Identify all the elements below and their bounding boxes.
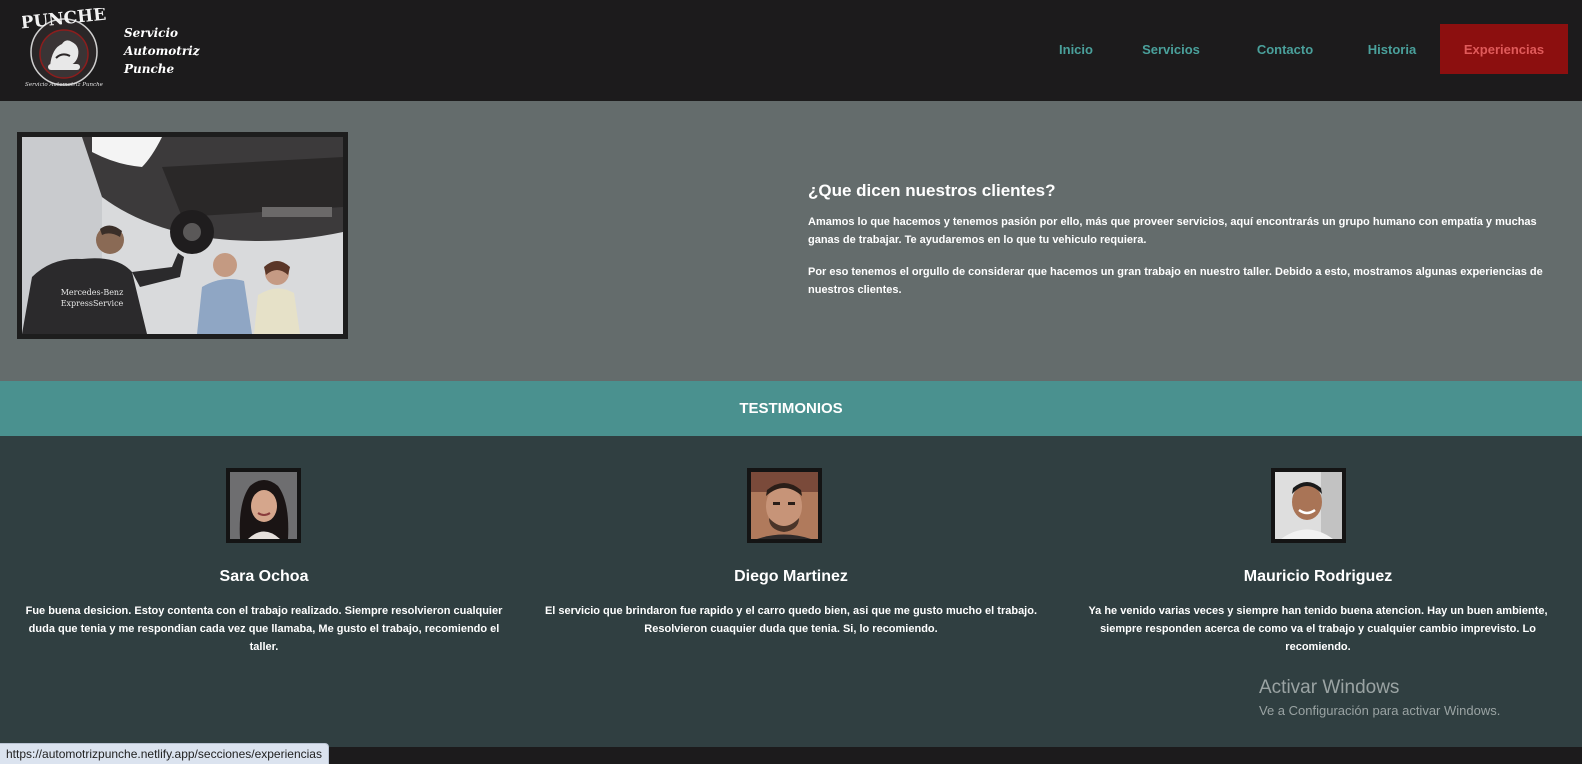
testimonial-name: Mauricio Rodriguez [1243,568,1393,585]
punche-logo[interactable]: PUNCHE Servicio Automotriz Punche [20,5,107,94]
brand-line: Punche [124,62,175,76]
mechanic-photo: Mercedes-Benz ExpressService [17,132,348,339]
photo-text: ExpressService [61,299,124,308]
testimonial-quote: Fue buena desicion. Estoy contenta con e… [25,605,503,653]
intro-paragraph: Amamos lo que hacemos y tenemos pasión p… [808,216,1537,246]
windows-activation-subtitle: Ve a Configuración para activar Windows. [1259,703,1501,718]
avatar [747,468,822,543]
logo-subtext: Servicio Automotriz Punche [25,82,104,88]
nav-experiencias[interactable]: Experiencias [1440,24,1568,74]
brand-line: Automotriz [124,44,200,58]
nav-historia[interactable]: Historia [1344,24,1440,74]
site-header: PUNCHE Servicio Automotriz Punche Servic… [0,0,1582,101]
intro-paragraph: Por eso tenemos el orgullo de considerar… [808,266,1543,296]
testimonials-section: Sara Ochoa Fue buena desicion. Estoy con… [0,436,1582,747]
testimonial-name: Diego Martinez [734,568,848,585]
nav-servicios[interactable]: Servicios [1116,24,1226,74]
testimonials-bar: TESTIMONIOS [0,381,1582,436]
nav-contacto[interactable]: Contacto [1226,24,1344,74]
brand-text: Servicio Automotriz Punche [124,24,200,78]
photo-text: Mercedes-Benz [61,288,124,297]
status-url: https://automotrizpunche.netlify.app/sec… [0,743,329,764]
intro-text: Amamos lo que hacemos y tenemos pasión p… [808,213,1548,299]
intro-section: Mercedes-Benz ExpressService ¿Que dicen … [0,101,1582,381]
main-nav: Inicio Servicios Contacto Historia Exper… [1036,24,1568,74]
testimonials-title: TESTIMONIOS [739,400,843,417]
testimonial-quote: El servicio que brindaron fue rapido y e… [544,605,1038,635]
brand-line: Servicio [124,26,179,40]
avatar [1271,468,1346,543]
windows-activation-title: Activar Windows [1259,677,1400,698]
nav-inicio[interactable]: Inicio [1036,24,1116,74]
testimonial-quote: Ya he venido varias veces y siempre han … [1088,605,1548,653]
testimonial-name: Sara Ochoa [219,568,309,585]
avatar [226,468,301,543]
intro-title: ¿Que dicen nuestros clientes? [808,181,1056,200]
